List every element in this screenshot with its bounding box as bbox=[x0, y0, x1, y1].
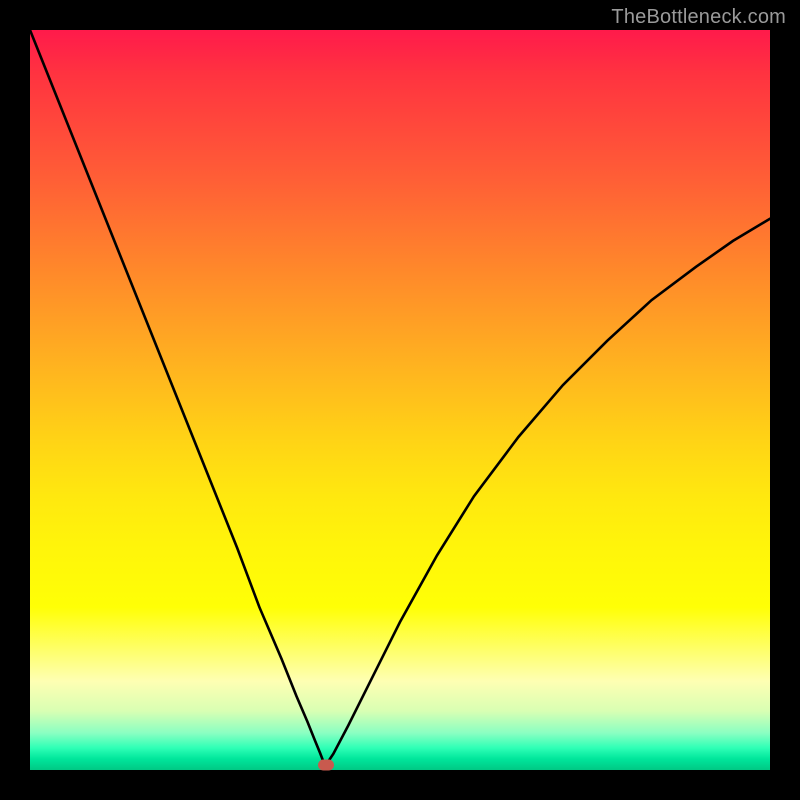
plot-area bbox=[30, 30, 770, 770]
chart-frame: TheBottleneck.com bbox=[0, 0, 800, 800]
bottleneck-curve bbox=[30, 30, 770, 765]
curve-svg bbox=[30, 30, 770, 770]
optimum-marker bbox=[318, 759, 334, 770]
watermark-text: TheBottleneck.com bbox=[611, 6, 786, 29]
